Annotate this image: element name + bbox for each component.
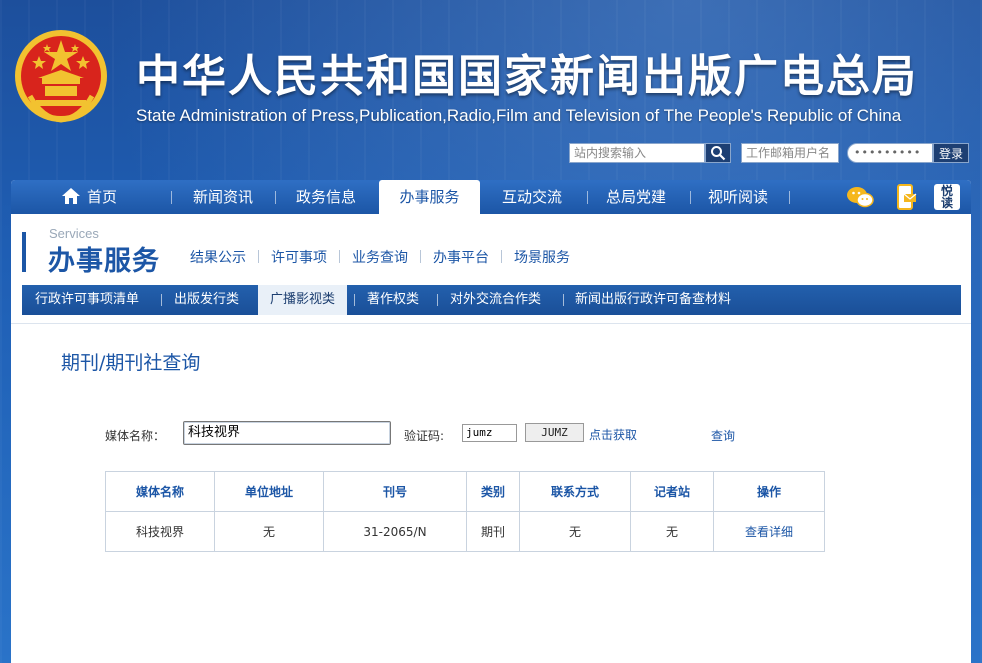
nav-separator: [690, 191, 691, 204]
col-header: 记者站: [630, 471, 714, 512]
category-separator: [563, 294, 564, 306]
category-filing-materials[interactable]: 新闻出版行政许可备查材料: [575, 285, 731, 315]
nav-item-av-reading[interactable]: 视听阅读: [697, 180, 779, 214]
cell-issn: 31-2065/N: [323, 511, 467, 552]
home-icon: [61, 188, 80, 204]
table-row: 科技视界 无 31-2065/N 期刊 无 无 查看详细: [105, 511, 825, 552]
view-details-link[interactable]: 查看详细: [713, 511, 825, 552]
category-foreign-exchange[interactable]: 对外交流合作类: [450, 285, 541, 315]
site-search-input[interactable]: 站内搜索输入: [569, 143, 705, 163]
category-separator: [437, 294, 438, 306]
subnav-separator: [339, 250, 340, 263]
cell-category: 期刊: [466, 511, 520, 552]
main-nav: 首页 新闻资讯 政务信息 办事服务 互动交流 总局党建 视听阅读: [11, 180, 971, 214]
content-divider: [11, 323, 971, 324]
subnav-separator: [420, 250, 421, 263]
query-link[interactable]: 查询: [711, 427, 735, 444]
search-button[interactable]: [705, 143, 731, 163]
mail-username-input[interactable]: 工作邮箱用户名: [741, 143, 839, 163]
search-icon: [711, 146, 726, 161]
services-subnav: 结果公示 许可事项 业务查询 办事平台 场景服务: [190, 247, 570, 267]
nav-item-services[interactable]: 办事服务: [379, 180, 480, 214]
nav-separator: [587, 191, 588, 204]
services-accent-bar: [22, 232, 26, 272]
col-header: 联系方式: [519, 471, 631, 512]
media-name-input[interactable]: 科技视界: [183, 421, 391, 445]
nav-separator: [789, 191, 790, 204]
nav-item-government[interactable]: 政务信息: [285, 180, 367, 214]
captcha-input[interactable]: jumz: [462, 424, 517, 442]
nav-item-party[interactable]: 总局党建: [595, 180, 677, 214]
yuedu-label: 悦读: [940, 184, 953, 210]
category-separator: [161, 294, 162, 306]
cell-contact: 无: [519, 511, 631, 552]
national-emblem-icon: [15, 30, 107, 123]
subnav-permits[interactable]: 许可事项: [271, 247, 327, 267]
nav-item-interaction[interactable]: 互动交流: [491, 180, 573, 214]
subnav-scenario[interactable]: 场景服务: [514, 247, 570, 267]
cell-press-station: 无: [630, 511, 714, 552]
col-header: 类别: [466, 471, 520, 512]
subnav-query[interactable]: 业务查询: [352, 247, 408, 267]
cell-address: 无: [214, 511, 324, 552]
cell-media-name: 科技视界: [105, 511, 215, 552]
category-bar: 行政许可事项清单 出版发行类 广播影视类 著作权类 对外交流合作类 新闻出版行政…: [22, 285, 961, 315]
subnav-separator: [258, 250, 259, 263]
login-button[interactable]: 登录: [933, 143, 969, 163]
captcha-refresh-link[interactable]: 点击获取: [589, 426, 637, 443]
media-name-label: 媒体名称：: [105, 429, 166, 443]
nav-label: 首页: [86, 188, 117, 206]
captcha-image[interactable]: JUMZ: [525, 423, 584, 442]
col-header: 单位地址: [214, 471, 324, 512]
subnav-results[interactable]: 结果公示: [190, 247, 246, 267]
category-broadcast[interactable]: 广播影视类: [258, 285, 348, 315]
subnav-separator: [501, 250, 502, 263]
category-copyright[interactable]: 著作权类: [367, 285, 419, 315]
col-header: 刊号: [323, 471, 467, 512]
site-title: 中华人民共和国国家新闻出版广电总局: [136, 51, 918, 102]
nav-separator: [275, 191, 276, 204]
table-header-row: 媒体名称 单位地址 刊号 类别 联系方式 记者站 操作: [105, 471, 825, 512]
yuedu-icon[interactable]: 悦读: [934, 184, 960, 210]
nav-item-home[interactable]: 首页: [49, 180, 129, 214]
site-subtitle-en: State Administration of Press,Publicatio…: [136, 106, 902, 125]
category-publishing[interactable]: 出版发行类: [174, 285, 239, 315]
category-permit-list[interactable]: 行政许可事项清单: [35, 285, 139, 315]
subnav-platform[interactable]: 办事平台: [433, 247, 489, 267]
mail-password-input[interactable]: •••••••••: [847, 143, 933, 163]
page-title: 期刊/期刊社查询: [61, 352, 201, 374]
wechat-icon[interactable]: [846, 183, 874, 211]
category-separator: [354, 294, 355, 306]
nav-item-news[interactable]: 新闻资讯: [183, 180, 263, 214]
mobile-mail-icon[interactable]: [892, 183, 920, 211]
col-header: 操作: [713, 471, 825, 512]
results-table: 媒体名称 单位地址 刊号 类别 联系方式 记者站 操作 科技视界 无 31-20…: [105, 471, 825, 552]
captcha-label: 验证码:: [404, 429, 445, 443]
services-label-cn: 办事服务: [48, 246, 160, 277]
col-header: 媒体名称: [105, 471, 215, 512]
nav-separator: [171, 191, 172, 204]
